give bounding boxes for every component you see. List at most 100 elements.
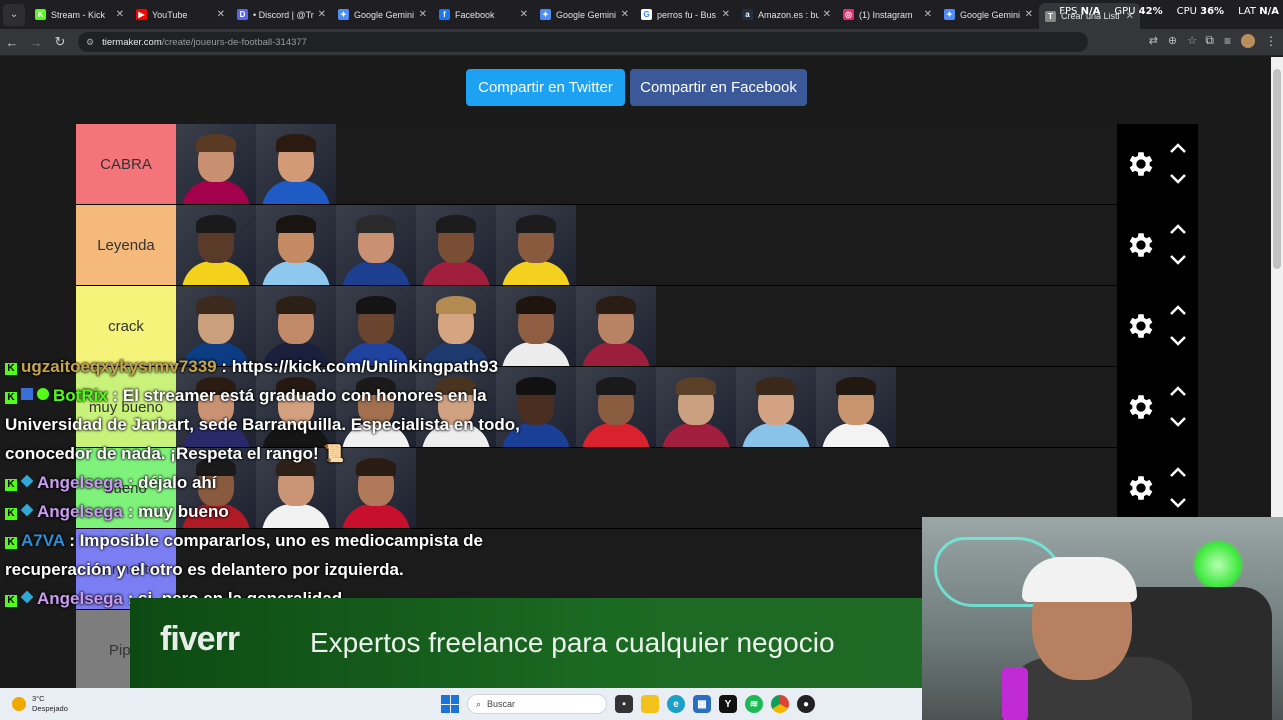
chevron-up-icon[interactable] <box>1168 141 1188 155</box>
player-card[interactable] <box>576 286 656 366</box>
tab-favicon-icon: ✦ <box>338 9 349 20</box>
tab-favicon-icon: ◎ <box>843 9 854 20</box>
edge-icon[interactable]: e <box>667 695 685 713</box>
browser-tab[interactable]: Gperros fu - Bus ✕ <box>635 3 736 27</box>
chevron-down-icon[interactable] <box>1168 334 1188 348</box>
share-twitter-button[interactable]: Compartir en Twitter <box>466 69 625 106</box>
gear-icon[interactable] <box>1125 391 1157 423</box>
browser-tab[interactable]: ✦ Google Gemini ✕ <box>332 3 433 27</box>
chat-message: Kugzaitoeqxykysrmv7339 : https://kick.co… <box>5 352 565 381</box>
tab-close-icon[interactable]: ✕ <box>318 9 326 20</box>
chat-username[interactable]: Angelsega <box>37 473 123 492</box>
player-card[interactable] <box>816 367 896 447</box>
tab-close-icon[interactable]: ✕ <box>621 9 629 20</box>
browser-tab[interactable]: ✦ Google Gemini ✕ <box>938 3 1039 27</box>
browser-tab[interactable]: ▶ YouTube ✕ <box>130 3 231 27</box>
address-bar-actions: ⇄ ⊕ ☆ <box>1149 34 1197 47</box>
tab-close-icon[interactable]: ✕ <box>823 9 831 20</box>
neon-smiley-decoration <box>1192 539 1244 591</box>
bot-badge-icon <box>21 388 33 400</box>
tab-close-icon[interactable]: ✕ <box>924 9 932 20</box>
player-card[interactable] <box>336 205 416 285</box>
store-icon[interactable]: ▦ <box>693 695 711 713</box>
address-bar[interactable]: ⚙ tiermaker.com/create/joueurs-de-footba… <box>78 32 1088 52</box>
gear-icon[interactable] <box>1125 229 1157 261</box>
tab-close-icon[interactable]: ✕ <box>116 9 124 20</box>
player-hair <box>356 215 396 233</box>
file-explorer-icon[interactable] <box>641 695 659 713</box>
browser-tab[interactable]: D • Discord | @Tr ✕ <box>231 3 332 27</box>
chevron-up-icon[interactable] <box>1168 222 1188 236</box>
tier-label[interactable]: CABRA <box>76 124 176 204</box>
menu-icon[interactable]: ⋮ <box>1265 34 1277 48</box>
share-facebook-button[interactable]: Compartir en Facebook <box>630 69 807 106</box>
player-card[interactable] <box>416 205 496 285</box>
scrollbar-thumb[interactable] <box>1273 69 1281 269</box>
gear-icon[interactable] <box>1125 472 1157 504</box>
obs-icon[interactable]: ● <box>797 695 815 713</box>
tab-title: Google Gemini <box>960 9 1021 20</box>
player-card[interactable] <box>256 124 336 204</box>
spotify-icon[interactable]: ≋ <box>745 695 763 713</box>
player-card[interactable] <box>256 205 336 285</box>
player-card[interactable] <box>496 205 576 285</box>
tab-close-icon[interactable]: ✕ <box>419 9 427 20</box>
zoom-icon[interactable]: ⊕ <box>1168 34 1177 47</box>
ad-text: Expertos freelance para cualquier negoci… <box>310 627 835 658</box>
chat-username[interactable]: Angelsega <box>37 502 123 521</box>
browser-tab[interactable]: ◎ (1) Instagram ✕ <box>837 3 938 27</box>
chevron-down-icon[interactable] <box>1168 415 1188 429</box>
browser-tab[interactable]: ✦ Google Gemini ✕ <box>534 3 635 27</box>
player-card[interactable] <box>176 124 256 204</box>
forward-icon[interactable]: → <box>24 31 48 53</box>
taskbar-search[interactable]: ⌕ Buscar <box>467 694 607 714</box>
tab-close-icon[interactable]: ✕ <box>217 9 225 20</box>
moon-icon <box>12 697 26 711</box>
tab-close-icon[interactable]: ✕ <box>520 9 528 20</box>
chat-message: K Angelsega : déjalo ahí <box>5 468 565 497</box>
tab-close-icon[interactable]: ✕ <box>1025 9 1033 20</box>
reload-icon[interactable]: ↻ <box>48 31 72 53</box>
tab-search-icon[interactable]: ⌄ <box>3 3 25 26</box>
gear-icon[interactable] <box>1125 310 1157 342</box>
chat-username[interactable]: ugzaitoeqxykysrmv7339 <box>21 357 217 376</box>
task-view-icon[interactable]: ▪ <box>615 695 633 713</box>
chevron-down-icon[interactable] <box>1168 253 1188 267</box>
tier-controls <box>1117 124 1198 204</box>
tab-close-icon[interactable]: ✕ <box>722 9 730 20</box>
browser-tab[interactable]: a Amazon.es : bu ✕ <box>736 3 837 27</box>
player-card[interactable] <box>176 205 256 285</box>
player-hair <box>276 296 316 314</box>
chat-username[interactable]: BotRix <box>53 386 108 405</box>
player-card[interactable] <box>736 367 816 447</box>
gear-icon[interactable] <box>1125 148 1157 180</box>
player-hair <box>436 215 476 233</box>
browser-tab[interactable]: f Facebook ✕ <box>433 3 534 27</box>
chevron-up-icon[interactable] <box>1168 384 1188 398</box>
chevron-up-icon[interactable] <box>1168 465 1188 479</box>
chevron-down-icon[interactable] <box>1168 496 1188 510</box>
toolbar-right: ⧉ ≡ ⋮ <box>1205 33 1277 48</box>
chevron-down-icon[interactable] <box>1168 172 1188 186</box>
reading-list-icon[interactable]: ≡ <box>1224 34 1231 48</box>
start-button[interactable] <box>441 695 459 713</box>
player-card[interactable] <box>576 367 656 447</box>
weather-widget[interactable]: 3°C Despejado <box>12 694 68 714</box>
bookmark-star-icon[interactable]: ☆ <box>1187 34 1197 47</box>
tab-title: Google Gemini <box>556 9 617 20</box>
site-info-icon[interactable]: ⚙ <box>86 37 94 48</box>
stream-chat-overlay: Kugzaitoeqxykysrmv7339 : https://kick.co… <box>5 352 565 613</box>
extensions-icon[interactable]: ⧉ <box>1205 33 1214 48</box>
y-app-icon[interactable]: Y <box>719 695 737 713</box>
tier-label[interactable]: Leyenda <box>76 205 176 285</box>
translate-icon[interactable]: ⇄ <box>1149 34 1158 47</box>
player-card[interactable] <box>656 367 736 447</box>
chrome-icon[interactable] <box>771 695 789 713</box>
chat-username[interactable]: A7VA <box>21 531 64 550</box>
chat-username[interactable]: Angelsega <box>37 589 123 608</box>
back-icon[interactable]: ← <box>0 31 24 53</box>
browser-tab[interactable]: K Stream - Kick ✕ <box>29 3 130 27</box>
player-hair <box>436 296 476 314</box>
profile-avatar[interactable] <box>1241 33 1255 48</box>
chevron-up-icon[interactable] <box>1168 303 1188 317</box>
